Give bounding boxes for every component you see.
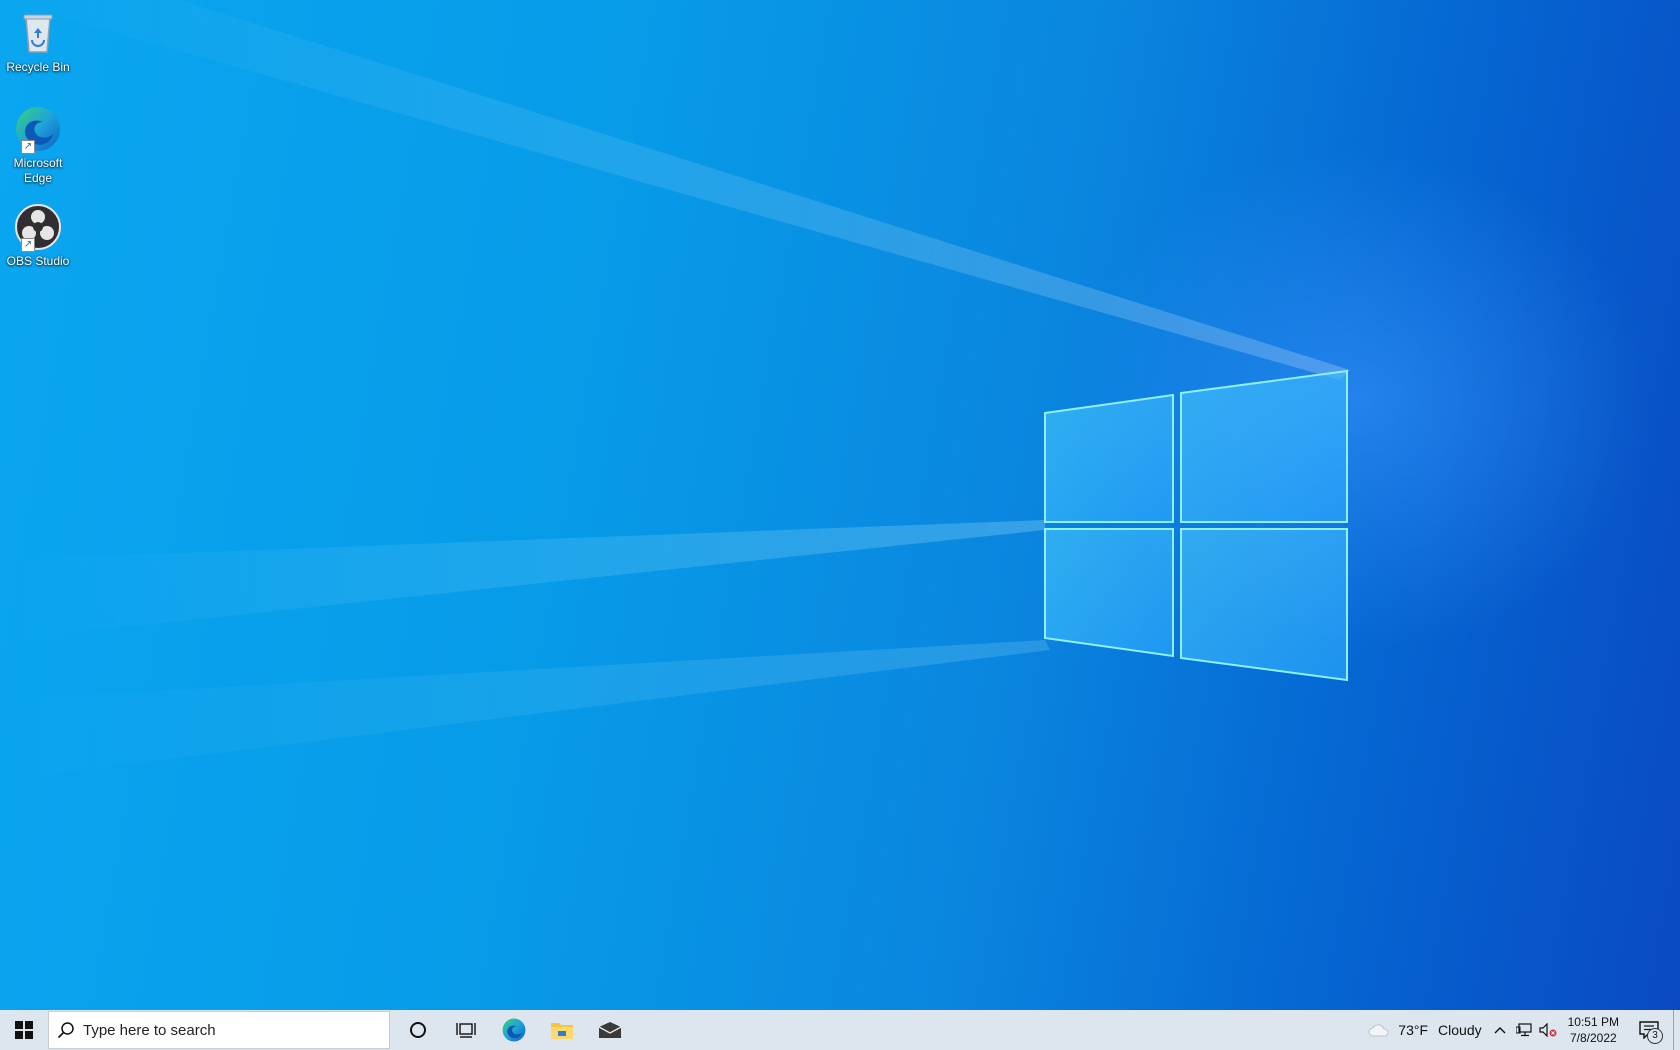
clock-date: 7/8/2022 — [1569, 1031, 1617, 1045]
cortana-icon — [410, 1022, 426, 1038]
taskbar-edge-button[interactable] — [490, 1010, 538, 1050]
weather-condition: Cloudy — [1438, 1022, 1482, 1038]
weather-temp: 73°F — [1398, 1022, 1429, 1038]
taskbar-clock[interactable]: 10:51 PM 7/8/2022 — [1560, 1014, 1627, 1046]
desktop-icon-recycle-bin[interactable]: Recycle Bin — [4, 8, 72, 75]
notification-count-badge: 3 — [1647, 1028, 1663, 1044]
wallpaper-light-beams — [0, 0, 1350, 780]
system-tray: 73°F Cloudy 10:51 PM 7/8/2022 3 — [1362, 1010, 1680, 1050]
show-desktop-button[interactable] — [1673, 1010, 1680, 1050]
network-icon — [1515, 1023, 1532, 1037]
obs-icon: ↗ — [13, 202, 63, 252]
taskbar-file-explorer-button[interactable] — [538, 1010, 586, 1050]
search-icon — [49, 1021, 83, 1039]
volume-muted-icon — [1539, 1023, 1557, 1037]
desktop-icon-label: Microsoft Edge — [13, 156, 63, 185]
chevron-up-icon — [1494, 1027, 1506, 1034]
desktop-icon-obs-studio[interactable]: ↗ OBS Studio — [4, 202, 72, 269]
taskbar-mail-button[interactable] — [586, 1010, 634, 1050]
edge-icon — [502, 1018, 526, 1042]
edge-icon: ↗ — [13, 104, 63, 154]
task-view-button[interactable] — [442, 1010, 490, 1050]
desktop-background[interactable]: Recycle Bin ↗ Microsoft Edge ↗ OBS Studi… — [0, 0, 1680, 1010]
taskbar-search-box[interactable]: Type here to search — [48, 1011, 390, 1049]
desktop-icon-label: Recycle Bin — [6, 60, 70, 74]
show-hidden-icons-button[interactable] — [1488, 1010, 1512, 1050]
start-button[interactable] — [0, 1010, 48, 1050]
network-button[interactable] — [1512, 1010, 1536, 1050]
search-placeholder: Type here to search — [83, 1021, 216, 1039]
mail-icon — [598, 1022, 622, 1038]
shortcut-arrow-icon: ↗ — [21, 140, 35, 154]
task-view-icon — [456, 1023, 476, 1038]
windows-logo-icon — [15, 1021, 33, 1039]
windows-wallpaper-logo — [1044, 369, 1348, 682]
shortcut-arrow-icon: ↗ — [21, 238, 35, 252]
cloud-icon — [1368, 1024, 1389, 1037]
weather-widget[interactable]: 73°F Cloudy — [1362, 1010, 1487, 1050]
clock-time: 10:51 PM — [1567, 1015, 1619, 1029]
desktop-icon-microsoft-edge[interactable]: ↗ Microsoft Edge — [4, 104, 72, 186]
recycle-bin-icon — [13, 8, 63, 58]
file-explorer-icon — [551, 1023, 573, 1039]
desktop-icon-label: OBS Studio — [6, 254, 70, 268]
cortana-button[interactable] — [394, 1010, 442, 1050]
taskbar: Type here to search 73°F Cloudy 10:51 PM… — [0, 1010, 1680, 1050]
volume-button[interactable] — [1536, 1010, 1560, 1050]
action-center-button[interactable]: 3 — [1627, 1010, 1671, 1050]
